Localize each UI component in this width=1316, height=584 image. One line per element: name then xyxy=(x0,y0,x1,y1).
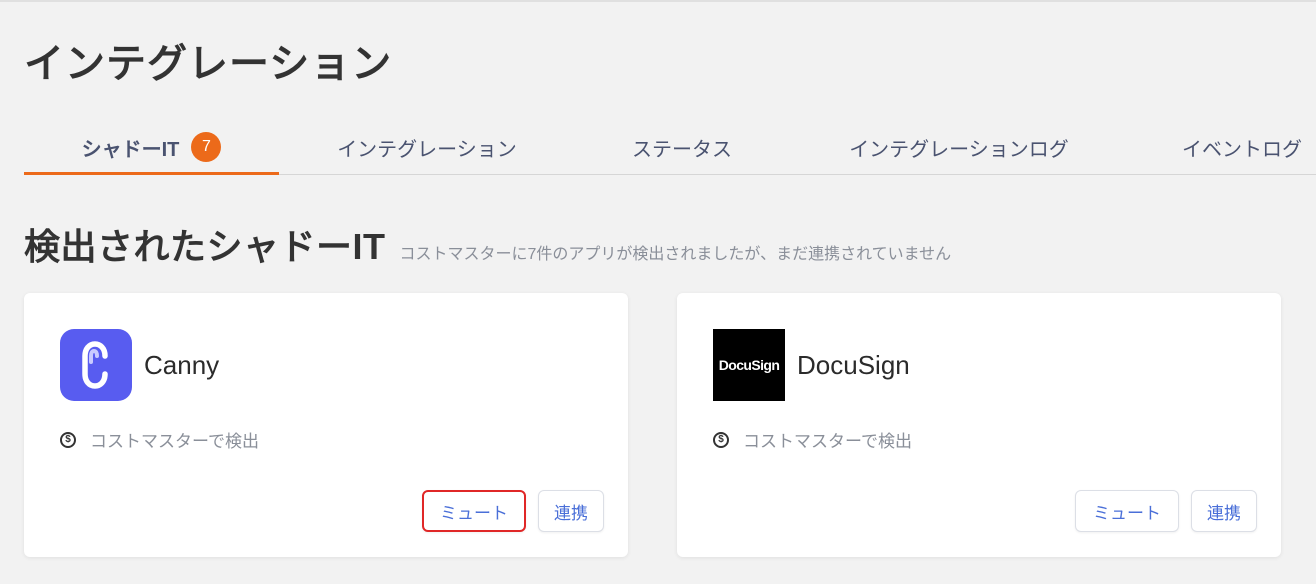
canny-logo xyxy=(60,329,132,401)
section-header: 検出されたシャドーIT コストマスターに7件のアプリが検出されましたが、まだ連携… xyxy=(24,218,951,270)
detection-source-text: コストマスターで検出 xyxy=(743,432,912,451)
tab-label: インテグレーションログ xyxy=(849,138,1069,161)
tab-shadow-it[interactable]: シャドーIT 7 xyxy=(24,120,279,175)
tab-integrations[interactable]: インテグレーション xyxy=(282,120,572,174)
section-subtitle: コストマスターに7件のアプリが検出されましたが、まだ連携されていません xyxy=(399,246,952,263)
mute-button[interactable]: ミュート xyxy=(1075,490,1179,532)
section-title: 検出されたシャドーIT xyxy=(24,226,386,267)
tab-label: インテグレーション xyxy=(337,138,517,161)
detection-source: $ コストマスターで検出 xyxy=(60,427,259,452)
app-name: Canny xyxy=(144,350,220,380)
tab-integration-log[interactable]: インテグレーションログ xyxy=(814,120,1104,174)
tab-bar: シャドーIT 7 インテグレーション ステータス インテグレーションログ イベン… xyxy=(24,120,1316,175)
top-divider xyxy=(0,0,1316,2)
connect-button[interactable]: 連携 xyxy=(1191,490,1257,532)
tab-label: イベントログ xyxy=(1182,138,1302,161)
tab-label: シャドーIT xyxy=(81,138,180,161)
app-card-docusign: DocuSign DocuSign $ コストマスターで検出 ミュート 連携 xyxy=(677,293,1281,557)
count-badge: 7 xyxy=(191,132,222,162)
page-title: インテグレーション xyxy=(24,42,393,86)
tab-status[interactable]: ステータス xyxy=(580,120,784,174)
dollar-circle-icon: $ xyxy=(713,431,729,448)
canny-logo-icon xyxy=(82,341,108,389)
tab-event-log[interactable]: イベントログ xyxy=(1150,120,1316,174)
detection-source: $ コストマスターで検出 xyxy=(713,427,912,452)
connect-button[interactable]: 連携 xyxy=(538,490,604,532)
dollar-circle-icon: $ xyxy=(60,431,76,448)
mute-button[interactable]: ミュート xyxy=(422,490,526,532)
app-card-canny: Canny $ コストマスターで検出 ミュート 連携 xyxy=(24,293,628,557)
app-name: DocuSign xyxy=(797,350,910,380)
tab-label: ステータス xyxy=(632,138,732,161)
docusign-logo: DocuSign xyxy=(713,329,785,401)
detection-source-text: コストマスターで検出 xyxy=(90,432,259,451)
